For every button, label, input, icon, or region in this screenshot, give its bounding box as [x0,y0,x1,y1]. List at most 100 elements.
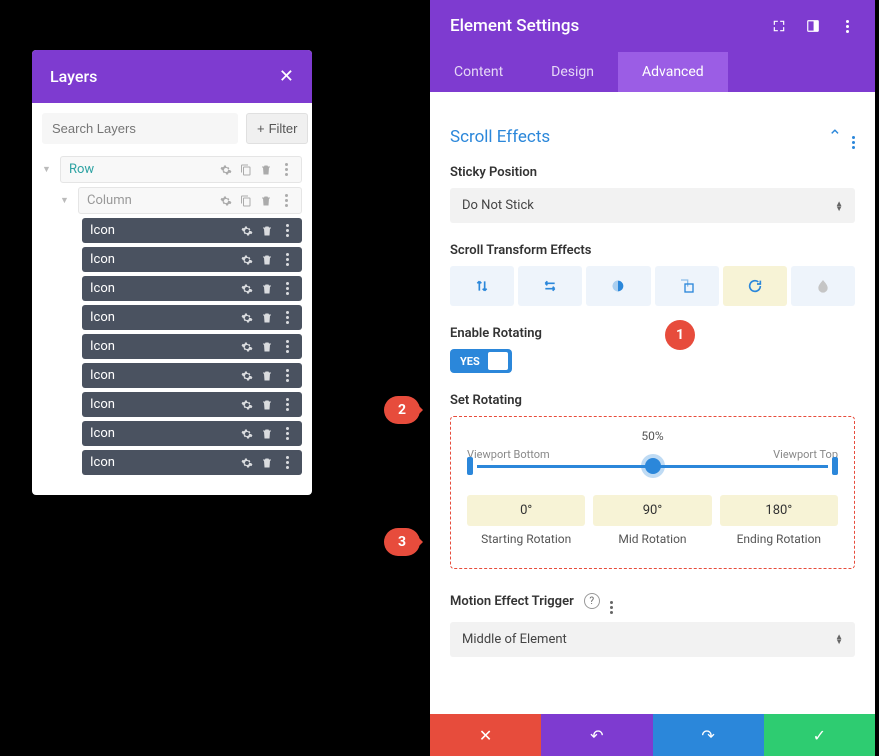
trash-icon[interactable] [260,224,274,238]
more-icon[interactable] [280,398,294,412]
effect-rotate-button[interactable] [723,266,787,306]
more-icon[interactable] [280,427,294,441]
gear-icon[interactable] [240,427,254,441]
gear-icon[interactable] [240,369,254,383]
more-icon[interactable] [610,589,613,614]
sticky-position-value: Do Not Stick [462,198,534,213]
gear-icon[interactable] [240,340,254,354]
tab-design[interactable]: Design [527,52,618,92]
ending-rotation: 180° Ending Rotation [720,495,838,548]
tab-advanced[interactable]: Advanced [618,52,728,92]
more-icon[interactable] [280,282,294,296]
slider-end-handle[interactable] [832,457,838,475]
motion-trigger-label: Motion Effect Trigger [450,594,574,609]
trash-icon[interactable] [260,340,274,354]
slider-track[interactable] [477,465,828,468]
effect-fade-button[interactable] [586,266,650,306]
layer-icon[interactable]: Icon [82,363,302,388]
help-icon[interactable]: ? [584,593,600,609]
layer-icon[interactable]: Icon [82,305,302,330]
rotation-slider[interactable] [467,451,838,481]
trash-icon[interactable] [260,282,274,296]
more-icon[interactable] [279,163,293,177]
search-input[interactable] [42,113,238,144]
gear-icon[interactable] [240,456,254,470]
layer-icon-label: Icon [90,455,115,470]
close-icon[interactable]: ✕ [279,66,294,87]
motion-trigger-select[interactable]: Middle of Element ▲▼ [450,622,855,657]
more-icon[interactable] [280,253,294,267]
layer-icon[interactable]: Icon [82,421,302,446]
scroll-effects-section[interactable]: Scroll Effects ⌃ [450,124,855,149]
mid-rotation-value[interactable]: 90° [593,495,711,526]
layer-icon[interactable]: Icon [82,276,302,301]
duplicate-icon[interactable] [239,163,253,177]
layers-search-row: + Filter [32,103,312,152]
more-icon[interactable] [280,369,294,383]
panel-icon[interactable] [805,18,821,34]
layer-icon[interactable]: Icon [82,392,302,417]
undo-button[interactable]: ↶ [541,714,652,756]
effect-horizontal-button[interactable] [518,266,582,306]
caret-icon[interactable]: ▼ [42,164,56,175]
more-icon[interactable] [280,340,294,354]
layer-row[interactable]: Row [60,156,302,183]
trash-icon[interactable] [260,253,274,267]
trash-icon[interactable] [259,194,273,208]
starting-rotation-label: Starting Rotation [467,532,585,548]
filter-button[interactable]: + Filter [246,113,308,144]
slider-start-handle[interactable] [467,457,473,475]
gear-icon[interactable] [240,224,254,238]
trash-icon[interactable] [259,163,273,177]
header-icons [771,18,855,34]
ending-rotation-value[interactable]: 180° [720,495,838,526]
more-icon[interactable] [280,456,294,470]
more-icon[interactable] [839,18,855,34]
effect-blur-button[interactable] [791,266,855,306]
gear-icon[interactable] [219,194,233,208]
layer-icon[interactable]: Icon [82,450,302,475]
settings-header: Element Settings [430,0,875,52]
trash-icon[interactable] [260,398,274,412]
more-icon[interactable] [280,224,294,238]
starting-rotation-value[interactable]: 0° [467,495,585,526]
redo-button[interactable]: ↷ [653,714,764,756]
gear-icon[interactable] [240,253,254,267]
layer-icon[interactable]: Icon [82,218,302,243]
trash-icon[interactable] [260,369,274,383]
layer-icon-label: Icon [90,368,115,383]
sticky-position-select[interactable]: Do Not Stick ▲▼ [450,188,855,223]
gear-icon[interactable] [219,163,233,177]
plus-icon: + [257,121,265,136]
caret-icon[interactable]: ▼ [60,195,74,206]
layer-icon-label: Icon [90,397,115,412]
layer-icon[interactable]: Icon [82,247,302,272]
toggle-label: YES [460,355,480,368]
delete-button[interactable]: ✕ [430,714,541,756]
tab-content[interactable]: Content [430,52,527,92]
more-icon[interactable] [852,124,855,149]
gear-icon[interactable] [240,282,254,296]
slider-mid-handle[interactable] [645,458,661,474]
save-button[interactable]: ✓ [764,714,875,756]
enable-rotating-toggle[interactable]: YES [450,349,512,373]
gear-icon[interactable] [240,398,254,412]
trash-icon[interactable] [260,427,274,441]
duplicate-icon[interactable] [239,194,253,208]
trash-icon[interactable] [260,311,274,325]
effect-scale-button[interactable] [655,266,719,306]
settings-title: Element Settings [450,16,579,36]
layer-icon[interactable]: Icon [82,334,302,359]
footer-actions: ✕ ↶ ↷ ✓ [430,714,875,756]
layer-row-actions [219,163,293,177]
expand-icon[interactable] [771,18,787,34]
tree-row-row: ▼ Row [42,156,302,183]
effect-vertical-button[interactable] [450,266,514,306]
layer-column[interactable]: Column [78,187,302,214]
more-icon[interactable] [280,311,294,325]
chevron-up-icon[interactable]: ⌃ [828,127,842,147]
trash-icon[interactable] [260,456,274,470]
layer-icon-label: Icon [90,339,115,354]
gear-icon[interactable] [240,311,254,325]
more-icon[interactable] [279,194,293,208]
